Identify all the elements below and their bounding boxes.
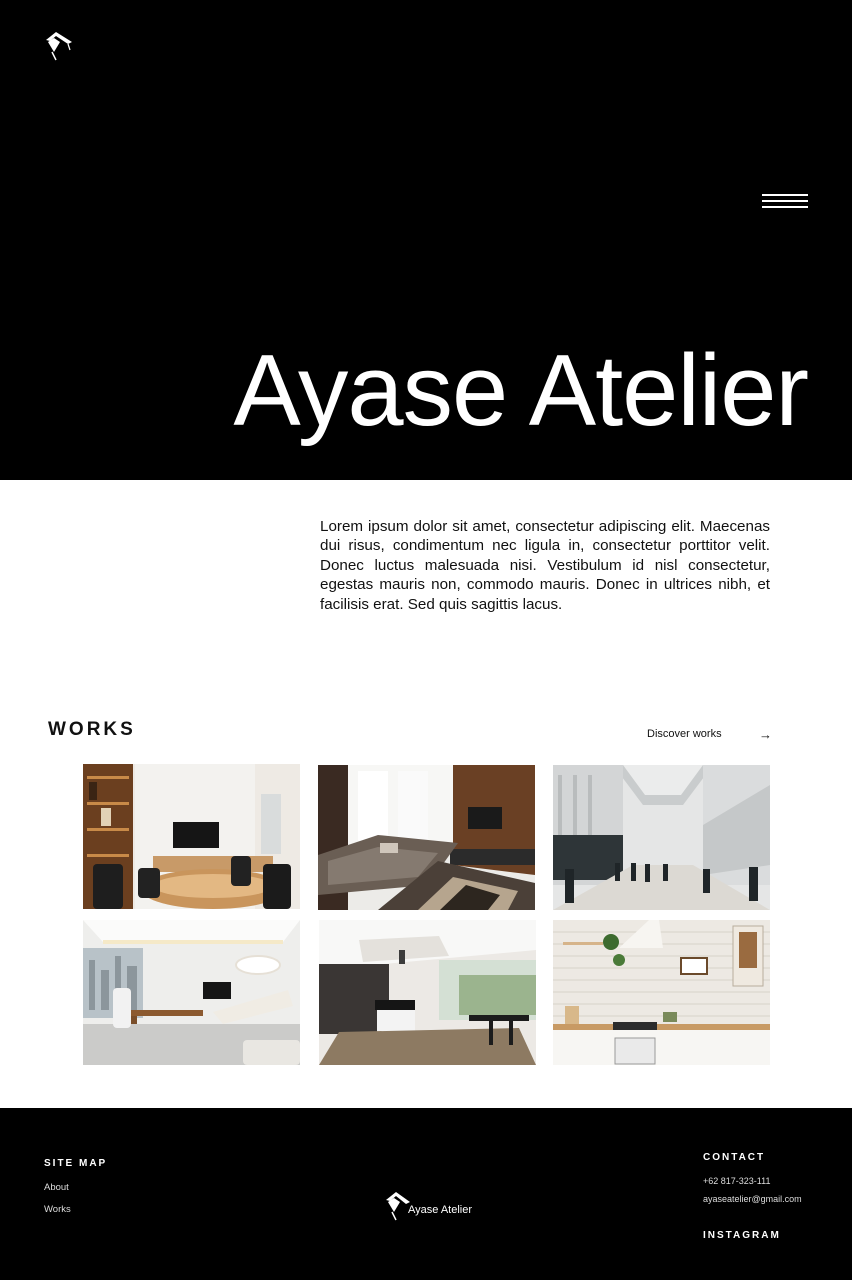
boardroom-image	[83, 764, 300, 909]
hamburger-line	[762, 200, 808, 202]
sitemap-heading: SITE MAP	[44, 1158, 108, 1169]
living-room-image	[318, 765, 535, 910]
white-kitchen-image	[553, 920, 770, 1065]
discover-works-label: Discover works	[647, 728, 722, 740]
hamburger-line	[762, 206, 808, 208]
intro-paragraph: Lorem ipsum dolor sit amet, consectetur …	[320, 518, 770, 613]
hero-section: Ayase Atelier	[0, 0, 852, 480]
discover-works-link[interactable]: Discover works →	[647, 726, 772, 742]
brush-logo-icon[interactable]	[42, 30, 76, 62]
contact-phone[interactable]: +62 817-323-111	[703, 1176, 770, 1186]
works-heading: WORKS	[48, 719, 136, 740]
arrow-right-icon: →	[759, 726, 772, 742]
footer-link-works[interactable]: Works	[44, 1204, 71, 1215]
work-tile-boardroom[interactable]	[83, 764, 300, 909]
work-tile-atrium-hall[interactable]	[553, 765, 770, 910]
menu-button[interactable]	[762, 194, 808, 212]
hero-title: Ayase Atelier	[233, 335, 809, 447]
open-kitchen-image	[319, 920, 536, 1065]
instagram-heading[interactable]: INSTAGRAM	[703, 1230, 781, 1241]
contact-heading: CONTACT	[703, 1152, 766, 1163]
work-tile-open-kitchen[interactable]	[319, 920, 536, 1065]
hamburger-icon	[762, 194, 808, 196]
atrium-hall-image	[553, 765, 770, 910]
work-tile-living-room[interactable]	[318, 765, 535, 910]
executive-office-image	[83, 920, 300, 1065]
site-footer: SITE MAP About Works Ayase Atelier CONTA…	[0, 1108, 852, 1280]
footer-link-about[interactable]: About	[44, 1182, 69, 1193]
contact-email[interactable]: ayaseatelier@gmail.com	[703, 1194, 802, 1204]
work-tile-white-kitchen[interactable]	[553, 920, 770, 1065]
work-tile-executive-office[interactable]	[83, 920, 300, 1065]
footer-brand-name: Ayase Atelier	[408, 1204, 473, 1216]
